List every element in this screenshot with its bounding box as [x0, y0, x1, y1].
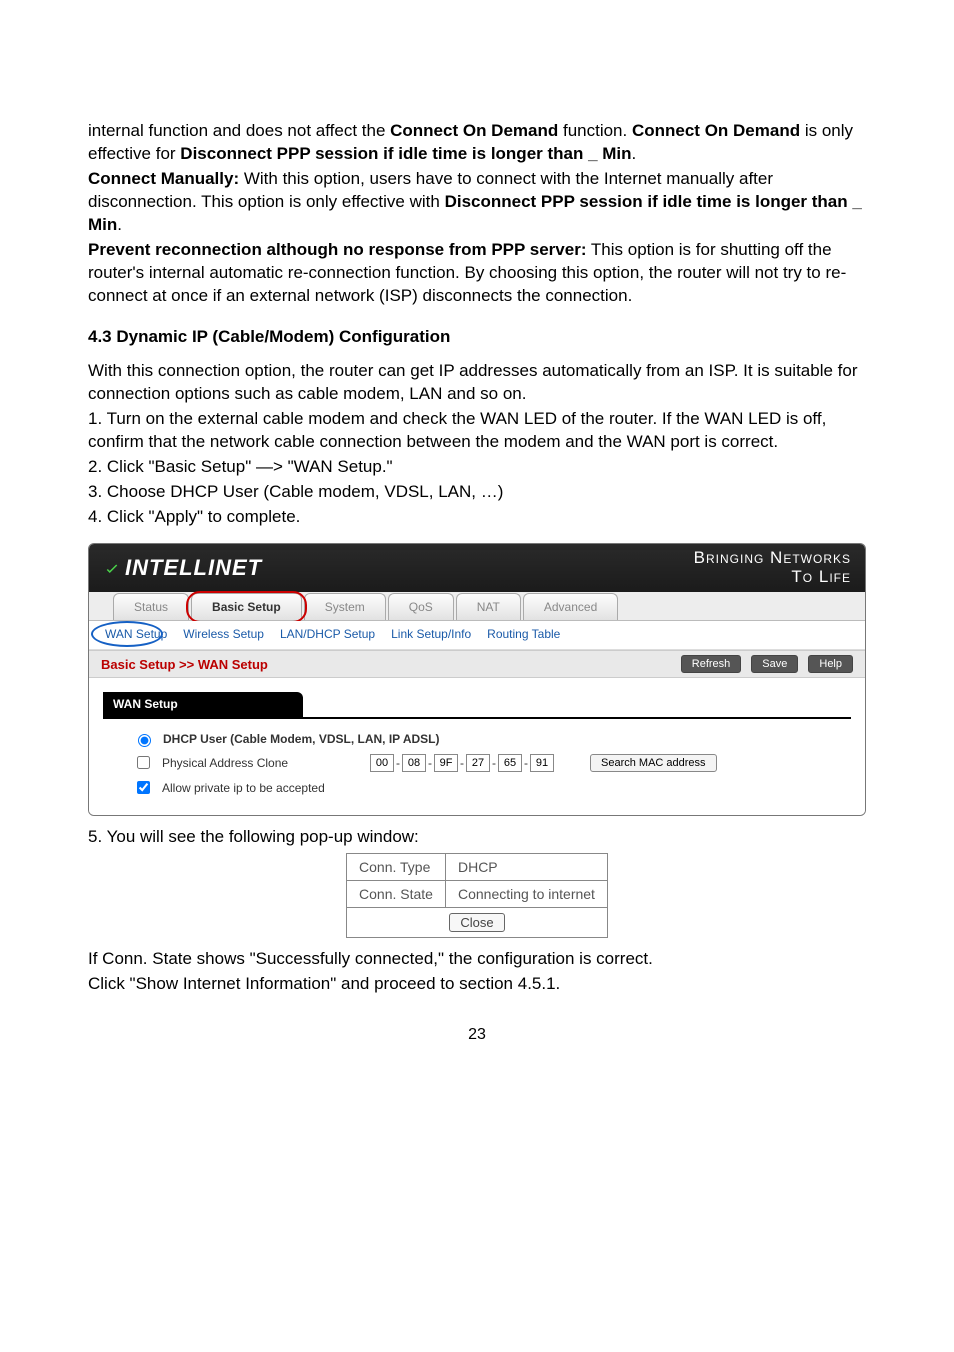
mac-address-inputs: - - - - -: [370, 754, 554, 772]
checkmark-icon: [103, 559, 121, 577]
text-bold: Disconnect PPP session if idle time is l…: [180, 144, 631, 163]
subtab-wireless-setup[interactable]: Wireless Setup: [179, 625, 268, 643]
page-number: 23: [88, 1026, 866, 1044]
text-fragment: .: [632, 144, 637, 163]
popup-close-button[interactable]: Close: [449, 913, 504, 932]
subtab-routing-table[interactable]: Routing Table: [483, 625, 564, 643]
tagline: Bringing Networks To Life: [694, 549, 851, 586]
tab-status[interactable]: Status: [113, 593, 189, 620]
tab-qos[interactable]: QoS: [388, 593, 454, 620]
refresh-button[interactable]: Refresh: [681, 655, 742, 673]
intro-4-3: With this connection option, the router …: [88, 360, 866, 406]
prevent-reconnection-label: Prevent reconnection although no respons…: [88, 240, 586, 259]
sub-tabs: WAN Setup Wireless Setup LAN/DHCP Setup …: [89, 621, 865, 650]
step-4: 4. Click "Apply" to complete.: [88, 506, 866, 529]
connection-popup: Conn. Type DHCP Conn. State Connecting t…: [346, 853, 608, 938]
subtab-link-setup[interactable]: Link Setup/Info: [387, 625, 475, 643]
allow-private-ip-label: Allow private ip to be accepted: [162, 781, 325, 795]
breadcrumb-bar: Basic Setup >> WAN Setup Refresh Save He…: [89, 650, 865, 678]
text-bold: Connect On Demand: [390, 121, 558, 140]
mac-field-1[interactable]: [370, 754, 394, 772]
physical-address-clone-checkbox[interactable]: [137, 756, 150, 769]
step-1: 1. Turn on the external cable modem and …: [88, 408, 866, 454]
router-admin-screenshot: INTELLINET Bringing Networks To Life Sta…: [88, 543, 866, 816]
mac-field-4[interactable]: [466, 754, 490, 772]
tab-nat[interactable]: NAT: [456, 593, 521, 620]
closing-2: Click "Show Internet Information" and pr…: [88, 973, 866, 996]
brand-logo: INTELLINET: [103, 555, 262, 581]
subtab-lan-dhcp-setup[interactable]: LAN/DHCP Setup: [276, 625, 379, 643]
dhcp-user-radio[interactable]: [138, 734, 151, 747]
popup-conn-state-value: Connecting to internet: [445, 880, 607, 907]
step-5: 5. You will see the following pop-up win…: [88, 826, 866, 849]
subtab-wan-setup[interactable]: WAN Setup: [101, 625, 171, 643]
step-2: 2. Click "Basic Setup" —> "WAN Setup.": [88, 456, 866, 479]
tab-basic-setup-label: Basic Setup: [212, 600, 281, 614]
tab-advanced[interactable]: Advanced: [523, 593, 618, 620]
mac-field-5[interactable]: [498, 754, 522, 772]
mac-sep: -: [460, 756, 464, 770]
step-3: 3. Choose DHCP User (Cable modem, VDSL, …: [88, 481, 866, 504]
text-fragment: .: [117, 215, 122, 234]
tagline-line2: To Life: [694, 568, 851, 587]
tab-basic-setup[interactable]: Basic Setup: [191, 593, 302, 620]
text-fragment: internal function and does not affect th…: [88, 121, 390, 140]
save-button[interactable]: Save: [751, 655, 798, 673]
search-mac-button[interactable]: Search MAC address: [590, 754, 717, 772]
brand-text: INTELLINET: [125, 555, 262, 581]
closing-1: If Conn. State shows "Successfully conne…: [88, 948, 866, 971]
text-fragment: function.: [558, 121, 632, 140]
heading-4-3: 4.3 Dynamic IP (Cable/Modem) Configurati…: [88, 326, 866, 349]
mac-sep: -: [428, 756, 432, 770]
help-button[interactable]: Help: [808, 655, 853, 673]
mac-sep: -: [524, 756, 528, 770]
connect-manually-label: Connect Manually:: [88, 169, 239, 188]
tagline-line1: Bringing Networks: [694, 549, 851, 568]
popup-conn-type-value: DHCP: [445, 853, 607, 880]
popup-conn-state-label: Conn. State: [347, 880, 446, 907]
panel-divider: [103, 717, 851, 719]
allow-private-ip-checkbox[interactable]: [137, 781, 150, 794]
popup-conn-type-label: Conn. Type: [347, 853, 446, 880]
mac-field-6[interactable]: [530, 754, 554, 772]
tab-system[interactable]: System: [304, 593, 386, 620]
mac-field-3[interactable]: [434, 754, 458, 772]
main-tabs: Status Basic Setup System QoS NAT Advanc…: [89, 592, 865, 621]
mac-field-2[interactable]: [402, 754, 426, 772]
mac-sep: -: [396, 756, 400, 770]
panel-body: WAN Setup DHCP User (Cable Modem, VDSL, …: [89, 678, 865, 815]
physical-address-clone-label: Physical Address Clone: [162, 756, 362, 770]
breadcrumb: Basic Setup >> WAN Setup: [101, 657, 268, 672]
dhcp-user-label: DHCP User (Cable Modem, VDSL, LAN, IP AD…: [163, 732, 440, 746]
panel-title: WAN Setup: [103, 692, 303, 717]
text-bold: Connect On Demand: [632, 121, 800, 140]
router-header: INTELLINET Bringing Networks To Life: [89, 544, 865, 592]
mac-sep: -: [492, 756, 496, 770]
